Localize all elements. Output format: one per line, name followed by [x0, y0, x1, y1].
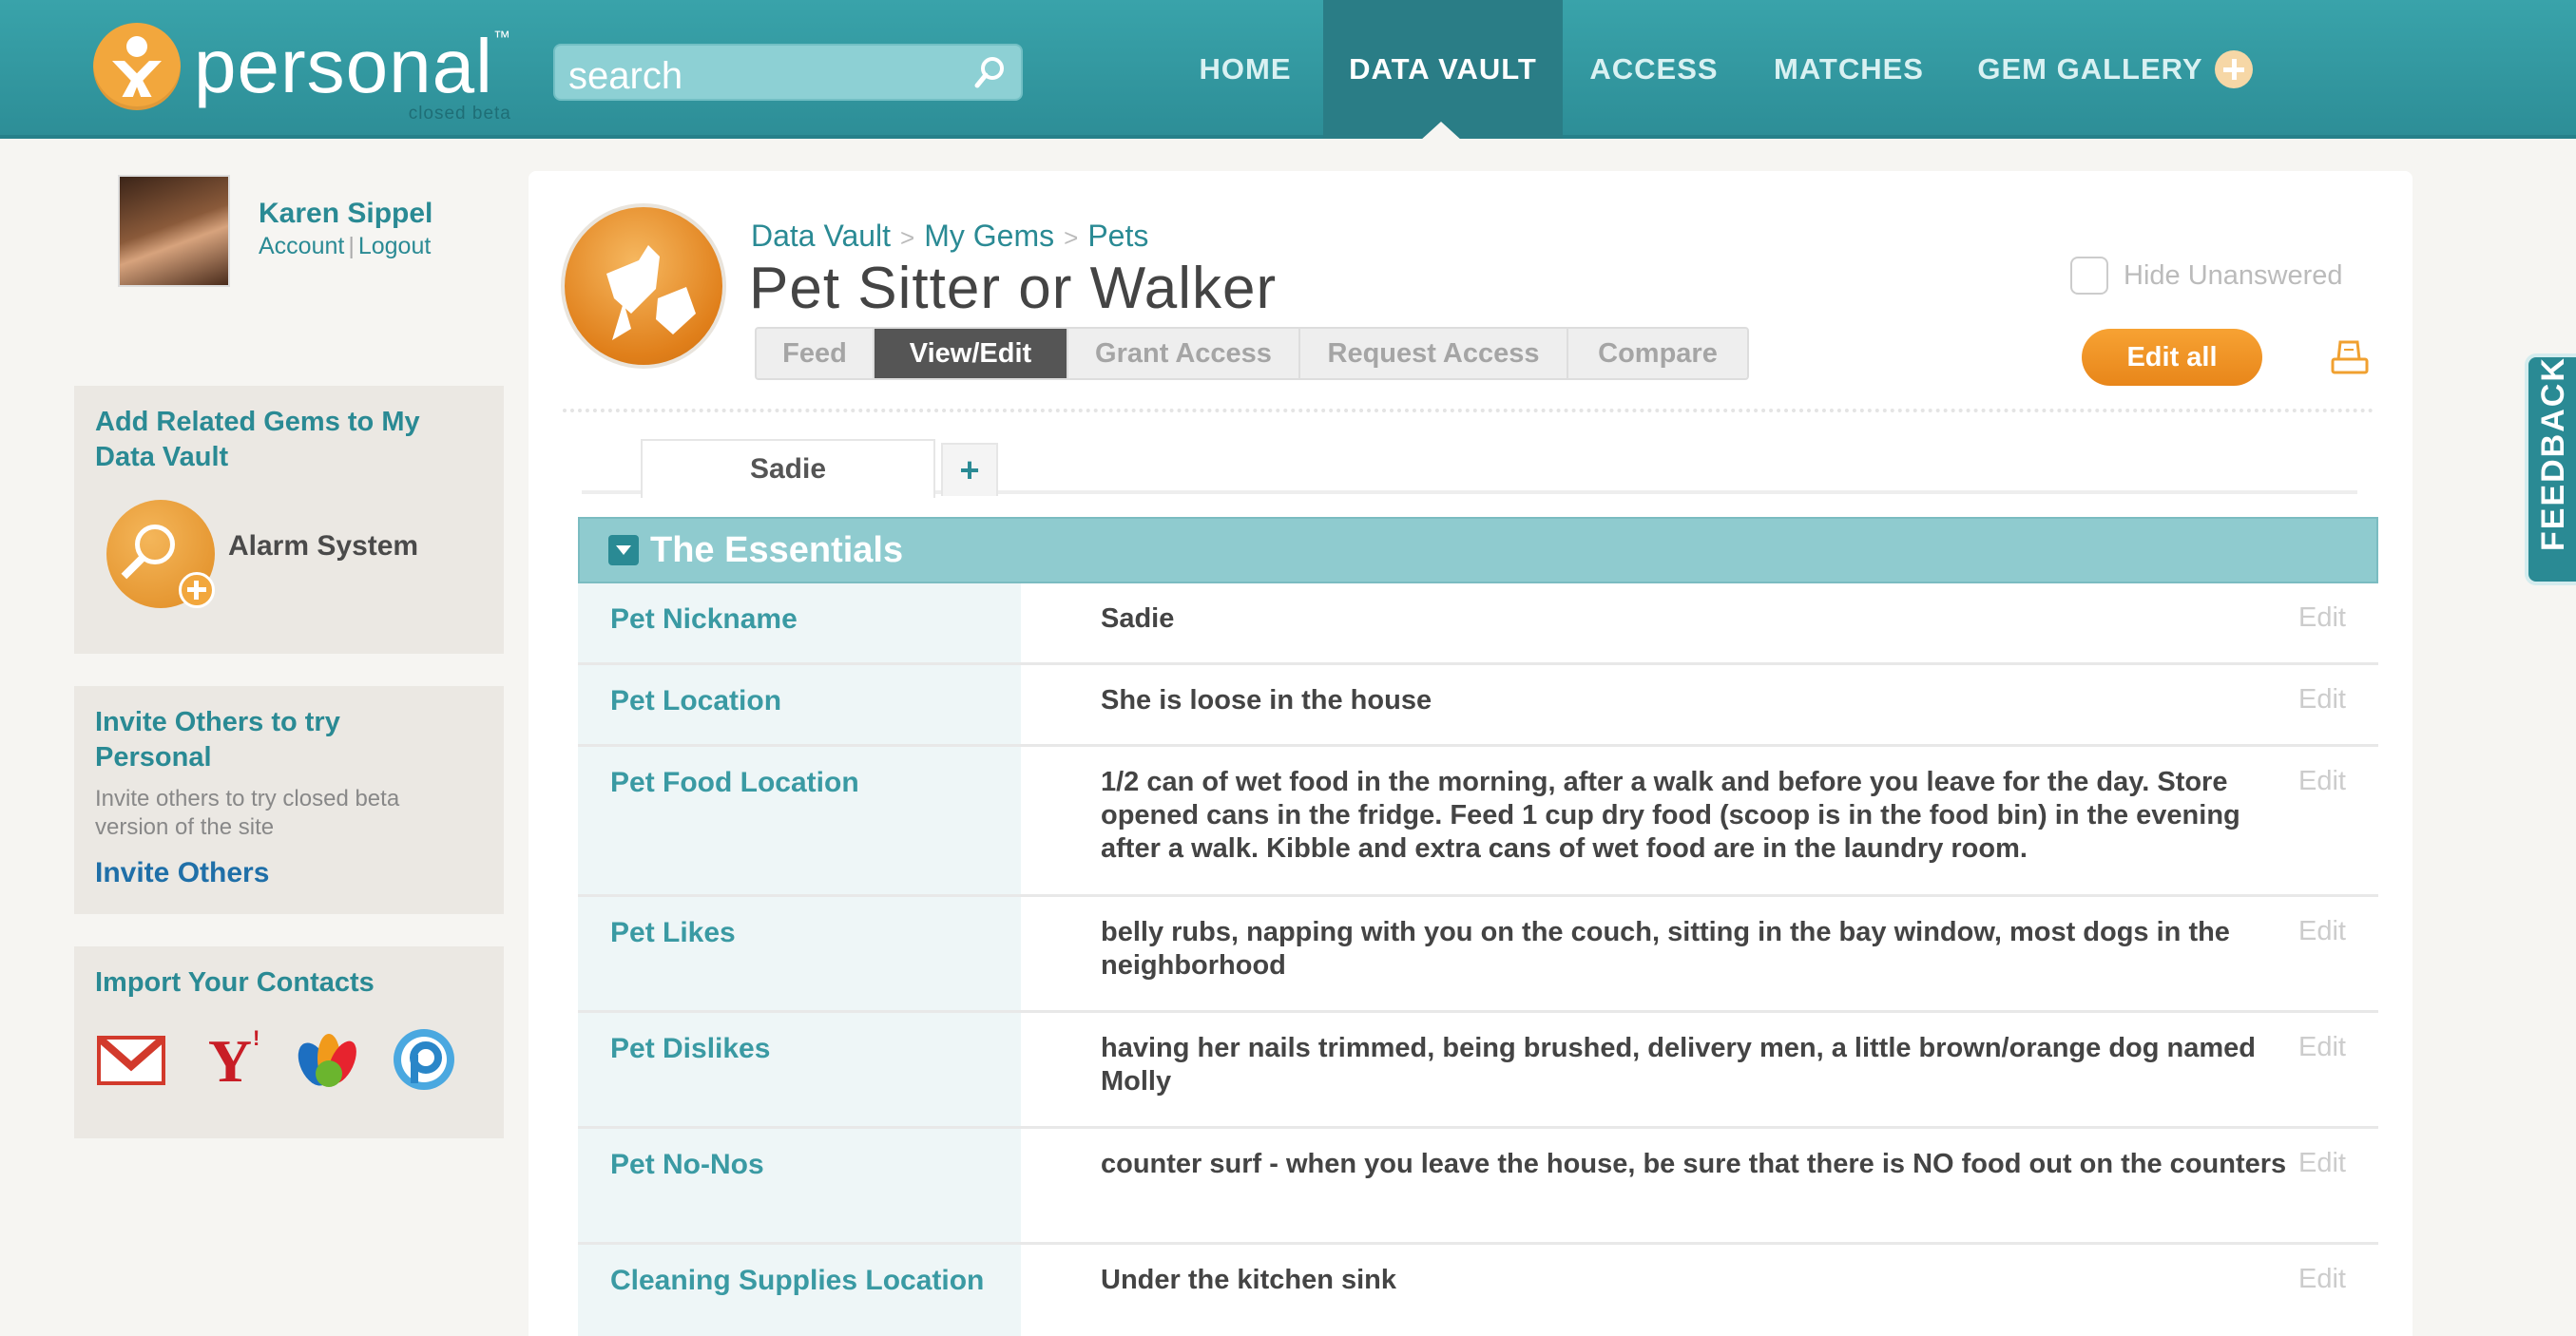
breadcrumb-separator: > [900, 223, 915, 252]
hide-unanswered-toggle[interactable]: Hide Unanswered [2070, 257, 2343, 295]
field-label: Pet Dislikes [578, 1013, 1021, 1126]
user-name[interactable]: Karen Sippel [259, 198, 433, 230]
nav-access[interactable]: ACCESS [1578, 0, 1730, 139]
nav-home[interactable]: HOME [1179, 0, 1312, 139]
import-contacts-title: Import Your Contacts [95, 967, 375, 998]
user-links: Account | Logout [259, 233, 431, 260]
edit-link[interactable]: Edit [2298, 1148, 2346, 1179]
field-value: belly rubs, napping with you on the couc… [1101, 917, 2230, 981]
nav-data-vault[interactable]: DATA VAULT [1323, 0, 1563, 139]
invite-others-link[interactable]: Invite Others [95, 857, 269, 889]
search-placeholder: search [568, 55, 683, 97]
logo[interactable]: personal™ closed beta [93, 23, 511, 124]
page-title: Pet Sitter or Walker [749, 256, 1278, 321]
table-row: Pet No-Nos counter surf - when you leave… [578, 1129, 2378, 1245]
yahoo-icon[interactable]: Y ! [194, 1026, 266, 1093]
invite-title: Invite Others to try Personal [95, 707, 340, 773]
edit-link[interactable]: Edit [2298, 1264, 2346, 1295]
field-label: Pet No-Nos [578, 1129, 1021, 1242]
pet-sitter-gem-icon [561, 203, 726, 369]
gmail-icon[interactable] [95, 1026, 167, 1093]
search-icon[interactable] [973, 55, 1008, 89]
search-input[interactable]: search [553, 44, 1023, 101]
alarm-system-label[interactable]: Alarm System [228, 530, 418, 563]
field-label: Pet Food Location [578, 747, 1021, 894]
edit-link[interactable]: Edit [2298, 916, 2346, 947]
hide-unanswered-label: Hide Unanswered [2124, 259, 2343, 291]
logo-subtitle: closed beta [408, 104, 511, 124]
svg-text:Y: Y [208, 1027, 252, 1093]
dog-cat-icon [606, 245, 696, 340]
divider [563, 409, 2374, 412]
collapse-icon[interactable] [608, 535, 639, 565]
field-value: having her nails trimmed, being brushed,… [1101, 1033, 2257, 1097]
related-gems-panel: Add Related Gems to My Data Vault Alarm … [74, 386, 504, 654]
tab-grant-access[interactable]: Grant Access [1068, 329, 1300, 378]
field-label: Pet Location [578, 665, 1021, 744]
link-separator: | [348, 233, 355, 259]
table-row: Cleaning Supplies Location Under the kit… [578, 1245, 2378, 1336]
nav-gem-gallery-label: GEM GALLERY [1977, 52, 2203, 86]
add-circle-icon [2214, 50, 2253, 88]
edit-link[interactable]: Edit [2298, 684, 2346, 716]
breadcrumb: Data Vault > My Gems > Pets [751, 219, 1148, 254]
pet-tab-sadie[interactable]: Sadie [641, 439, 935, 498]
view-tabs: Feed View/Edit Grant Access Request Acce… [755, 327, 1749, 380]
essentials-section-header[interactable]: The Essentials [578, 517, 2378, 583]
plaxo-icon[interactable] [388, 1026, 460, 1093]
svg-text:!: ! [253, 1026, 260, 1050]
table-row: Pet Likes belly rubs, napping with you o… [578, 897, 2378, 1013]
add-pet-tab-button[interactable]: + [941, 443, 998, 496]
field-label: Pet Likes [578, 897, 1021, 1010]
print-icon[interactable] [2331, 340, 2369, 376]
section-title: The Essentials [650, 529, 904, 570]
msn-icon[interactable] [291, 1026, 363, 1093]
invite-description: Invite others to try closed beta version… [95, 786, 400, 840]
field-value: 1/2 can of wet food in the morning, afte… [1101, 767, 2240, 864]
alarm-system-gem-icon[interactable] [106, 500, 215, 608]
field-label: Pet Nickname [578, 583, 1021, 662]
personal-logo-icon [93, 23, 181, 110]
breadcrumb-my-gems[interactable]: My Gems [924, 219, 1054, 253]
field-label: Cleaning Supplies Location [578, 1245, 1021, 1336]
field-value: She is loose in the house [1101, 685, 1432, 716]
feedback-label[interactable]: FEEDBACK [2532, 356, 2574, 551]
nav-matches[interactable]: MATCHES [1768, 0, 1930, 139]
avatar[interactable] [118, 175, 230, 287]
nav-gem-gallery[interactable]: GEM GALLERY [1968, 0, 2262, 139]
related-gems-title[interactable]: Add Related Gems to My Data Vault [95, 405, 475, 475]
account-link[interactable]: Account [259, 233, 344, 259]
breadcrumb-data-vault[interactable]: Data Vault [751, 219, 891, 253]
logout-link[interactable]: Logout [358, 233, 431, 259]
tab-request-access[interactable]: Request Access [1300, 329, 1568, 378]
logo-text: personal™ closed beta [194, 24, 511, 124]
table-row: Pet Nickname Sadie Edit [578, 583, 2378, 665]
table-row: Pet Food Location 1/2 can of wet food in… [578, 747, 2378, 897]
tab-compare[interactable]: Compare [1568, 329, 1747, 378]
hide-unanswered-checkbox[interactable] [2070, 257, 2108, 295]
table-row: Pet Dislikes having her nails trimmed, b… [578, 1013, 2378, 1129]
edit-link[interactable]: Edit [2298, 1032, 2346, 1063]
breadcrumb-separator: > [1064, 223, 1079, 252]
add-badge-icon [179, 572, 215, 608]
tab-feed[interactable]: Feed [757, 329, 875, 378]
invite-panel: Invite Others to try Personal Invite oth… [74, 686, 504, 914]
import-contacts-panel: Import Your Contacts Y ! [74, 946, 504, 1138]
field-value: Under the kitchen sink [1101, 1265, 1397, 1295]
field-value: Sadie [1101, 603, 1175, 634]
active-nav-pointer [1420, 122, 1462, 141]
table-row: Pet Location She is loose in the house E… [578, 665, 2378, 747]
top-navigation-bar: personal™ closed beta search HOME DATA V… [0, 0, 2576, 141]
breadcrumb-pets[interactable]: Pets [1087, 219, 1148, 253]
edit-link[interactable]: Edit [2298, 602, 2346, 634]
edit-link[interactable]: Edit [2298, 766, 2346, 797]
tab-view-edit[interactable]: View/Edit [875, 329, 1068, 378]
field-value: counter surf - when you leave the house,… [1101, 1149, 2287, 1179]
edit-all-button[interactable]: Edit all [2082, 329, 2262, 386]
